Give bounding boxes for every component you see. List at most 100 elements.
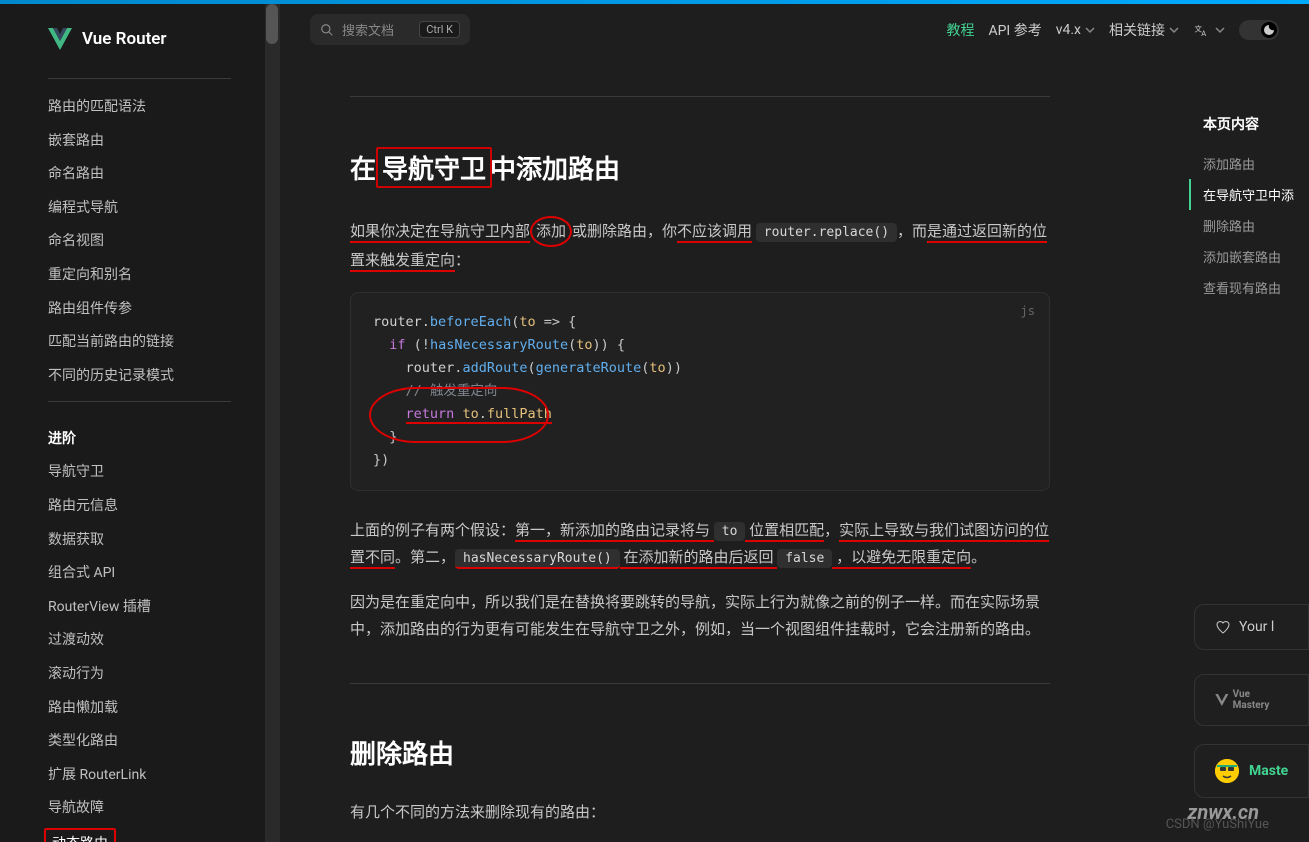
top-nav: 搜索文档 Ctrl K 教程 API 参考 v4.x 相关链接 文A: [280, 4, 1309, 56]
text-underlined: 第一，新添加的路由记录将与: [515, 521, 714, 542]
brand-name: Vue Router: [82, 29, 167, 49]
sidebar-item-named-routes[interactable]: 命名路由: [0, 158, 279, 192]
inline-code: router.replace(): [756, 223, 897, 242]
text: ，而: [897, 222, 927, 240]
paragraph-delete-intro: 有几个不同的方法来删除现有的路由：: [350, 799, 1050, 826]
sidebar-item-history-mode[interactable]: 不同的历史记录模式: [0, 360, 279, 394]
nav-version-label: v4.x: [1056, 22, 1081, 38]
mastery-text: Vue Mastery: [1233, 689, 1288, 711]
sidebar-item-nav-guards[interactable]: 导航守卫: [0, 456, 279, 490]
nav-related[interactable]: 相关链接: [1109, 20, 1179, 40]
text-underlined: 如果你决定在导航守卫内部: [350, 222, 530, 243]
svg-text:A: A: [1201, 29, 1206, 38]
search-kbd: Ctrl K: [419, 21, 460, 38]
mastery-promo-card[interactable]: Maste: [1194, 744, 1309, 798]
text-underlined: ，以避免无限重定向: [832, 548, 971, 569]
sidebar-item-match-syntax[interactable]: 路由的匹配语法: [0, 91, 279, 125]
nav-tutorial[interactable]: 教程: [946, 20, 974, 40]
cool-face-icon: [1215, 759, 1239, 783]
sidebar-item-extend-routerlink[interactable]: 扩展 RouterLink: [0, 759, 279, 793]
mastery-icon: [1215, 694, 1229, 706]
h2-boxed-annotation: 导航守卫: [376, 147, 492, 188]
translate-icon: 文A: [1193, 21, 1211, 39]
nav-api[interactable]: API 参考: [988, 20, 1041, 40]
sidebar-item-programmatic-nav[interactable]: 编程式导航: [0, 192, 279, 226]
code-block[interactable]: jsrouter.beforeEach(to => { if (!hasNece…: [350, 292, 1050, 491]
text: 或删除路由，你: [572, 222, 677, 240]
vue-mastery-card[interactable]: Vue Mastery: [1194, 674, 1309, 726]
theme-knob: [1261, 22, 1277, 38]
vue-mastery-logo: Vue Mastery: [1215, 689, 1288, 711]
paragraph-intro: 如果你决定在导航守卫内部添加或删除路由，你不应该调用 router.replac…: [350, 216, 1050, 274]
divider: [48, 401, 231, 402]
sidebar: Vue Router 路由的匹配语法 嵌套路由 命名路由 编程式导航 命名视图 …: [0, 4, 280, 842]
sidebar-item-named-views[interactable]: 命名视图: [0, 225, 279, 259]
heading-delete-route: 删除路由: [350, 734, 454, 771]
text-underlined: 不应该调用: [677, 222, 752, 243]
text: 上面的例子有两个假设：: [350, 521, 515, 539]
toc-item-delete-route[interactable]: 删除路由: [1189, 210, 1309, 241]
divider: [350, 96, 1050, 97]
sidebar-item-data-fetching[interactable]: 数据获取: [0, 524, 279, 558]
toc-title: 本页内容: [1203, 114, 1309, 134]
toc-item-add-in-guard[interactable]: 在导航守卫中添: [1189, 179, 1309, 210]
chevron-down-icon: [1169, 25, 1179, 35]
sidebar-item-redirect-alias[interactable]: 重定向和别名: [0, 259, 279, 293]
brand[interactable]: Vue Router: [0, 24, 279, 70]
heading-add-in-guard: 在导航守卫中添加路由: [350, 147, 620, 188]
scrollbar-thumb[interactable]: [266, 4, 278, 44]
nav-version[interactable]: v4.x: [1056, 22, 1095, 38]
sidebar-item-nested-routes[interactable]: 嵌套路由: [0, 125, 279, 159]
sidebar-item-active-links[interactable]: 匹配当前路由的链接: [0, 326, 279, 360]
search-icon: [320, 23, 334, 37]
moon-icon: [1264, 25, 1274, 35]
inline-code: hasNecessaryRoute(): [455, 549, 620, 569]
text-circled-annotation: 添加: [530, 216, 572, 247]
chevron-down-icon: [1215, 25, 1225, 35]
sidebar-item-lazy-loading[interactable]: 路由懒加载: [0, 692, 279, 726]
sidebar-item-typed-routes[interactable]: 类型化路由: [0, 725, 279, 759]
sidebar-item-scroll[interactable]: 滚动行为: [0, 658, 279, 692]
article: 在导航守卫中添加路由 如果你决定在导航守卫内部添加或删除路由，你不应该调用 ro…: [350, 96, 1050, 842]
main-content: 搜索文档 Ctrl K 教程 API 参考 v4.x 相关链接 文A: [280, 4, 1309, 842]
text: ：: [455, 251, 470, 269]
vue-logo-icon: [48, 28, 72, 50]
sidebar-section-advanced: 进阶: [0, 414, 279, 456]
table-of-contents: 本页内容 添加路由 在导航守卫中添 删除路由 添加嵌套路由 查看现有路由: [1189, 114, 1309, 303]
inline-code: to: [714, 522, 746, 541]
search-placeholder: 搜索文档: [342, 20, 411, 39]
text-underlined: 在添加新的路由后返回: [620, 548, 777, 569]
text-underlined: 位置相匹配: [745, 521, 824, 542]
nav-related-label: 相关链接: [1109, 20, 1165, 40]
divider: [48, 78, 231, 79]
inline-code: false: [777, 549, 832, 568]
divider: [350, 683, 1050, 684]
sidebar-item-route-props[interactable]: 路由组件传参: [0, 293, 279, 327]
text: ，: [824, 521, 839, 539]
paragraph-assumptions: 上面的例子有两个假设：第一，新添加的路由记录将与 to 位置相匹配，实际上导致与…: [350, 517, 1050, 571]
sidebar-item-nav-failures[interactable]: 导航故障: [0, 792, 279, 826]
code-language-badge: js: [1021, 301, 1035, 321]
sidebar-item-composition-api[interactable]: 组合式 API: [0, 557, 279, 591]
mastery-promo-text: Maste: [1249, 763, 1288, 779]
text: 。第二，: [395, 548, 455, 566]
h2-text: 在: [350, 155, 376, 185]
toc-item-add-route[interactable]: 添加路由: [1189, 148, 1309, 179]
sidebar-item-dynamic-routing[interactable]: 动态路由: [44, 828, 116, 842]
heart-icon: [1215, 619, 1231, 635]
toc-item-add-nested[interactable]: 添加嵌套路由: [1189, 241, 1309, 272]
sidebar-item-route-meta[interactable]: 路由元信息: [0, 490, 279, 524]
sponsor-text: Your l: [1239, 619, 1274, 635]
search-input[interactable]: 搜索文档 Ctrl K: [310, 14, 470, 45]
watermark-csdn: CSDN @YuShiYue: [1166, 817, 1269, 832]
text: 。: [971, 548, 986, 566]
nav-language[interactable]: 文A: [1193, 21, 1225, 39]
toc-item-view-routes[interactable]: 查看现有路由: [1189, 272, 1309, 303]
sponsor-card[interactable]: Your l: [1194, 604, 1309, 650]
chevron-down-icon: [1085, 25, 1095, 35]
sidebar-item-routerview-slots[interactable]: RouterView 插槽: [0, 591, 279, 625]
sidebar-item-transitions[interactable]: 过渡动效: [0, 624, 279, 658]
paragraph-explain: 因为是在重定向中，所以我们是在替换将要跳转的导航，实际上行为就像之前的例子一样。…: [350, 589, 1050, 643]
sidebar-scrollbar[interactable]: [265, 4, 279, 842]
theme-toggle[interactable]: [1239, 20, 1279, 40]
